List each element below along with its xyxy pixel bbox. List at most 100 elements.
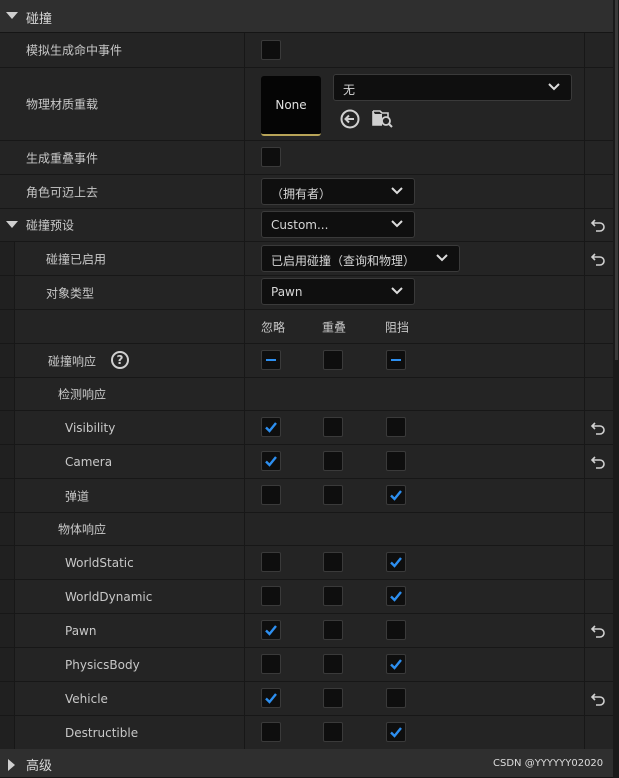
ignore-checkbox[interactable] xyxy=(261,417,281,437)
object-type-combo[interactable]: Pawn xyxy=(261,278,415,305)
row-channel: WorldStatic xyxy=(0,546,613,580)
block-checkbox[interactable] xyxy=(386,586,406,606)
collision-enabled-combo[interactable]: 已启用碰撞（查询和物理） xyxy=(261,245,460,272)
reset-to-default-icon[interactable] xyxy=(590,217,606,233)
reset-to-default-icon[interactable] xyxy=(590,454,606,470)
expand-arrow-icon[interactable] xyxy=(6,12,18,19)
responses-ignore-all-checkbox[interactable] xyxy=(261,350,281,370)
collapsed-arrow-icon[interactable] xyxy=(8,759,15,771)
row-object-responses: 物体响应 xyxy=(0,512,613,546)
row-trace-responses: 检测响应 xyxy=(0,378,613,411)
overlap-checkbox[interactable] xyxy=(323,654,343,674)
channel-label: Destructible xyxy=(65,725,139,740)
row-collision-enabled: 碰撞已启用 已启用碰撞（查询和物理） xyxy=(0,242,613,276)
can-step-up-combo[interactable]: （拥有者） xyxy=(261,178,415,205)
block-checkbox[interactable] xyxy=(386,722,406,742)
collision-presets-combo[interactable]: Custom... xyxy=(261,211,415,238)
block-checkbox[interactable] xyxy=(386,417,406,437)
browse-asset-icon[interactable] xyxy=(371,107,395,129)
ignore-checkbox[interactable] xyxy=(261,552,281,572)
block-checkbox[interactable] xyxy=(386,654,406,674)
channel-label: PhysicsBody xyxy=(65,657,140,672)
row-collision-presets: 碰撞预设 Custom... xyxy=(0,209,613,242)
row-response-headers: 忽略 重叠 阻挡 xyxy=(0,310,613,344)
row-object-type: 对象类型 Pawn xyxy=(0,276,613,310)
channel-label: 弹道 xyxy=(65,489,90,503)
overlap-checkbox[interactable] xyxy=(323,451,343,471)
row-channel: PhysicsBody xyxy=(0,648,613,682)
combo-value: Pawn xyxy=(271,285,303,299)
ignore-checkbox[interactable] xyxy=(261,620,281,640)
overlap-checkbox[interactable] xyxy=(323,417,343,437)
section-header-collision[interactable]: 碰撞 xyxy=(0,0,613,33)
chevron-down-icon xyxy=(391,187,403,195)
section-title: 高级 xyxy=(26,759,53,774)
row-channel: Vehicle xyxy=(0,682,613,716)
watermark: CSDN @YYYYYY02020 xyxy=(493,758,604,769)
block-checkbox[interactable] xyxy=(386,451,406,471)
row-simulate-hit: 模拟生成命中事件 xyxy=(0,33,613,68)
prop-label: 物理材质重载 xyxy=(26,97,99,112)
ignore-column-header: 忽略 xyxy=(261,320,286,334)
prop-label: 碰撞预设 xyxy=(26,218,75,233)
phys-material-combo[interactable]: 无 xyxy=(333,74,572,101)
block-checkbox[interactable] xyxy=(386,485,406,505)
reset-to-default-icon[interactable] xyxy=(590,251,606,267)
ignore-checkbox[interactable] xyxy=(261,485,281,505)
block-checkbox[interactable] xyxy=(386,552,406,572)
overlap-checkbox[interactable] xyxy=(323,722,343,742)
chevron-down-icon xyxy=(391,287,403,295)
row-collision-responses: 碰撞响应 ? xyxy=(0,344,613,378)
channel-label: Vehicle xyxy=(65,691,108,706)
combo-value: （拥有者） xyxy=(271,187,332,201)
section-title: 碰撞 xyxy=(26,12,53,27)
block-checkbox[interactable] xyxy=(386,688,406,708)
scrollbar[interactable] xyxy=(614,0,619,777)
block-checkbox[interactable] xyxy=(386,620,406,640)
row-channel: 弹道 xyxy=(0,479,613,513)
channel-label: Camera xyxy=(65,454,113,469)
chevron-down-icon xyxy=(436,254,448,262)
overlap-checkbox[interactable] xyxy=(323,586,343,606)
row-can-step-up: 角色可迈上去 （拥有者） xyxy=(0,175,613,209)
overlap-checkbox[interactable] xyxy=(323,485,343,505)
row-generate-overlap: 生成重叠事件 xyxy=(0,141,613,175)
ignore-checkbox[interactable] xyxy=(261,586,281,606)
overlap-checkbox[interactable] xyxy=(323,688,343,708)
expand-arrow-icon[interactable] xyxy=(6,221,18,228)
prop-label: 碰撞响应 xyxy=(48,354,97,368)
overlap-checkbox[interactable] xyxy=(323,620,343,640)
help-icon[interactable]: ? xyxy=(111,351,129,369)
chevron-down-icon xyxy=(391,220,403,228)
overlap-column-header: 重叠 xyxy=(322,320,347,334)
row-channel: WorldDynamic xyxy=(0,580,613,614)
prop-label: 角色可迈上去 xyxy=(26,185,99,199)
simulate-hit-checkbox[interactable] xyxy=(261,40,281,60)
block-column-header: 阻挡 xyxy=(385,320,410,334)
ignore-checkbox[interactable] xyxy=(261,451,281,471)
channel-label: WorldStatic xyxy=(65,555,134,570)
channel-label: Pawn xyxy=(65,623,97,638)
reset-to-default-icon[interactable] xyxy=(590,691,606,707)
channel-label: WorldDynamic xyxy=(65,589,153,604)
ignore-checkbox[interactable] xyxy=(261,654,281,674)
scrollbar-thumb[interactable] xyxy=(615,0,618,360)
reset-to-default-icon[interactable] xyxy=(590,420,606,436)
generate-overlap-checkbox[interactable] xyxy=(261,147,281,167)
group-label: 检测响应 xyxy=(58,387,107,402)
chevron-down-icon xyxy=(548,83,560,91)
responses-block-all-checkbox[interactable] xyxy=(386,350,406,370)
prop-label: 生成重叠事件 xyxy=(26,151,99,165)
reset-to-default-icon[interactable] xyxy=(590,623,606,639)
channel-label: Visibility xyxy=(65,420,116,435)
combo-value: Custom... xyxy=(271,218,329,232)
overlap-checkbox[interactable] xyxy=(323,552,343,572)
use-selected-asset-icon[interactable] xyxy=(339,108,361,130)
combo-value: 无 xyxy=(343,83,356,97)
prop-label: 碰撞已启用 xyxy=(46,252,107,266)
ignore-checkbox[interactable] xyxy=(261,722,281,742)
thumbnail-label: None xyxy=(275,98,307,112)
responses-overlap-all-checkbox[interactable] xyxy=(323,350,343,370)
material-thumbnail[interactable]: None xyxy=(261,76,321,136)
ignore-checkbox[interactable] xyxy=(261,688,281,708)
